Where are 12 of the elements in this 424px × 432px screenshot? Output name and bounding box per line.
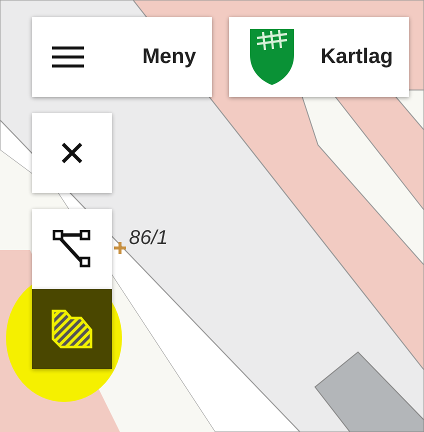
shield-logo-icon — [249, 28, 295, 86]
parcel-label: 86/1 — [129, 227, 168, 250]
menu-button[interactable]: Meny — [32, 17, 212, 97]
polyline-icon — [52, 230, 92, 268]
draw-tool-button[interactable] — [32, 289, 112, 369]
close-button[interactable] — [32, 113, 112, 193]
close-icon — [61, 142, 83, 164]
draw-tool-button[interactable] — [32, 209, 112, 289]
menu-icon — [52, 46, 84, 68]
map-layers-button[interactable]: Kartlag — [229, 17, 409, 97]
hatched-area-icon — [51, 309, 93, 349]
point-marker-icon — [113, 241, 127, 255]
